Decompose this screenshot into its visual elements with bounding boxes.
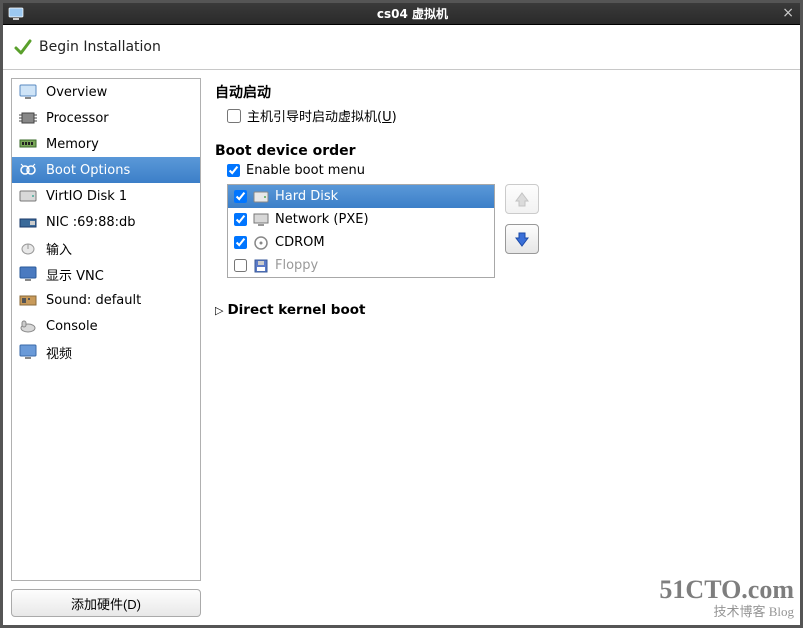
disk-icon [18,187,38,205]
video-icon [18,343,38,361]
console-icon [18,317,38,335]
begin-install-button[interactable]: Begin Installation [39,39,161,55]
boot-item-floppy[interactable]: Floppy [228,254,494,277]
direct-kernel-boot-label: Direct kernel boot [227,302,365,318]
expander-triangle-icon: ▷ [215,304,223,317]
autostart-row[interactable]: 主机引导时启动虚拟机(U) [227,106,784,125]
sidebar-item-nic[interactable]: NIC :69:88:db [12,209,200,235]
vm-monitor-icon [7,5,25,23]
sidebar-item-overview[interactable]: Overview [12,79,200,105]
autostart-label: 主机引导时启动虚拟机(U) [247,106,397,125]
sidebar-item-label: VirtIO Disk 1 [46,189,127,204]
sidebar-item-label: 显示 VNC [46,265,104,284]
boot-item-hdd[interactable]: Hard Disk [228,185,494,208]
processor-icon [18,109,38,127]
boot-item-label: Hard Disk [275,189,338,204]
move-down-button[interactable] [505,224,539,254]
close-icon[interactable]: × [782,5,794,21]
enable-bootmenu-row[interactable]: Enable boot menu [227,163,784,178]
bootorder-arrows [505,184,539,254]
enable-bootmenu-label: Enable boot menu [246,163,365,178]
bootorder-wrap: Hard Disk Network (PXE) CDROM Floppy [227,184,784,278]
boot-item-cd[interactable]: CDROM [228,231,494,254]
main: Overview Processor Memory Boot Options VirtI… [3,70,800,625]
move-up-button[interactable] [505,184,539,214]
boot-item-checkbox[interactable] [234,259,247,272]
display-icon [18,265,38,283]
overview-icon [18,83,38,101]
autostart-checkbox[interactable] [227,109,241,123]
sidebar: Overview Processor Memory Boot Options VirtI… [11,78,201,617]
window-title: cs04 虚拟机 [25,5,800,22]
boot-item-checkbox[interactable] [234,213,247,226]
direct-kernel-boot-expander[interactable]: ▷ Direct kernel boot [215,302,784,318]
enable-bootmenu-checkbox[interactable] [227,164,240,177]
sidebar-item-sound[interactable]: Sound: default [12,287,200,313]
bootorder-title: Boot device order [215,143,784,159]
sidebar-item-label: 视频 [46,343,72,362]
sidebar-item-label: Console [46,319,98,334]
boot-item-net[interactable]: Network (PXE) [228,208,494,231]
sidebar-item-processor[interactable]: Processor [12,105,200,131]
boot-item-label: Floppy [275,258,318,273]
sidebar-item-console[interactable]: Console [12,313,200,339]
input-icon [18,239,38,257]
sidebar-item-label: Processor [46,111,109,126]
sidebar-item-label: Sound: default [46,293,141,308]
boot-item-checkbox[interactable] [234,190,247,203]
autostart-title: 自动启动 [215,82,784,102]
sidebar-item-display[interactable]: 显示 VNC [12,261,200,287]
sidebar-list: Overview Processor Memory Boot Options VirtI… [11,78,201,581]
hdd-icon [253,189,269,205]
sound-icon [18,291,38,309]
boot-item-label: CDROM [275,235,325,250]
memory-icon [18,135,38,153]
sidebar-item-boot[interactable]: Boot Options [12,157,200,183]
sidebar-item-label: Overview [46,85,107,100]
boot-icon [18,161,38,179]
sidebar-item-memory[interactable]: Memory [12,131,200,157]
toolbar: Begin Installation [3,25,800,70]
sidebar-item-disk[interactable]: VirtIO Disk 1 [12,183,200,209]
sidebar-item-label: Memory [46,137,99,152]
content-panel: 自动启动 主机引导时启动虚拟机(U) Boot device order Ena… [207,78,792,617]
add-hardware-label: 添加硬件(D) [71,597,141,612]
sidebar-item-label: 输入 [46,239,72,258]
titlebar: cs04 虚拟机 × [3,3,800,25]
boot-item-label: Network (PXE) [275,212,369,227]
boot-item-checkbox[interactable] [234,236,247,249]
bootorder-list[interactable]: Hard Disk Network (PXE) CDROM Floppy [227,184,495,278]
add-hardware-button[interactable]: 添加硬件(D) [11,589,201,617]
cd-icon [253,235,269,251]
nic-icon [18,213,38,231]
sidebar-item-video[interactable]: 视频 [12,339,200,365]
sidebar-item-label: Boot Options [46,163,130,178]
floppy-icon [253,258,269,274]
sidebar-item-label: NIC :69:88:db [46,215,136,230]
sidebar-item-input[interactable]: 输入 [12,235,200,261]
net-icon [253,212,269,228]
begin-install-icon [13,37,33,57]
